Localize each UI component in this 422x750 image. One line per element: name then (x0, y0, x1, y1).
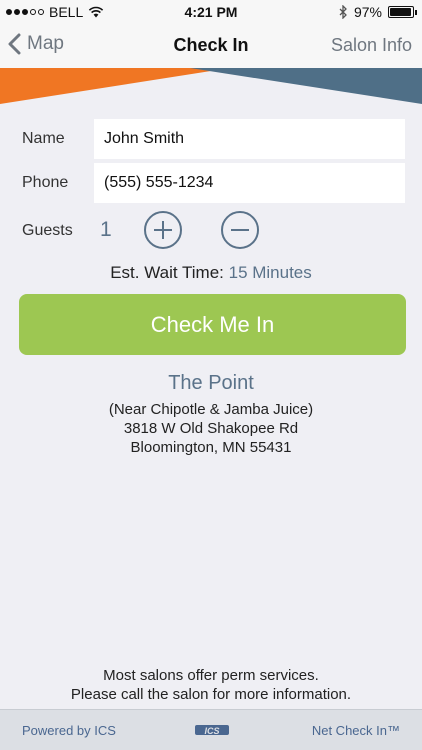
address-line: (Near Chipotle & Jamba Juice) (108, 401, 314, 418)
battery-fill (390, 8, 412, 16)
navigation-bar: Map Check In Salon Info (0, 24, 422, 68)
salon-info-button[interactable]: Salon Info (331, 35, 412, 56)
wait-value: 15 Minutes (228, 263, 312, 282)
wait-label: Est. Wait Time: (110, 263, 224, 282)
name-row: Name (0, 119, 422, 159)
address-line: Bloomington, MN 55431 (130, 439, 292, 456)
svg-text:ICS: ICS (204, 726, 219, 736)
ics-logo: ICS (195, 725, 229, 736)
plus-icon (154, 221, 172, 239)
status-right: 97% (339, 4, 417, 20)
name-field[interactable] (94, 119, 405, 159)
estimated-wait: Est. Wait Time: 15 Minutes (0, 263, 422, 283)
guests-count: 1 (100, 218, 112, 241)
remove-guest-button[interactable] (221, 211, 259, 249)
battery-percent: 97% (353, 4, 382, 20)
add-guest-button[interactable] (144, 211, 182, 249)
info-note-line: Please call the salon for more informati… (70, 686, 352, 703)
battery-icon (388, 6, 417, 18)
minus-icon (231, 229, 249, 231)
name-label: Name (22, 130, 65, 147)
bluetooth-icon (339, 5, 347, 19)
footer: Powered by ICS ICS Net Check In™ (0, 709, 422, 750)
info-note-line: Most salons offer perm services. (103, 667, 319, 684)
guests-label: Guests (22, 222, 73, 239)
net-check-in-link[interactable]: Net Check In™ (312, 723, 400, 738)
header-banner (0, 68, 422, 108)
check-me-in-button[interactable]: Check Me In (19, 294, 406, 355)
status-bar: BELL 4:21 PM 97% (0, 0, 422, 24)
powered-by-link[interactable]: Powered by ICS (22, 723, 116, 738)
phone-label: Phone (22, 174, 69, 191)
phone-field[interactable] (94, 163, 405, 203)
phone-row: Phone (0, 163, 422, 203)
address-line: 3818 W Old Shakopee Rd (123, 420, 299, 437)
salon-name: The Point (168, 372, 254, 394)
